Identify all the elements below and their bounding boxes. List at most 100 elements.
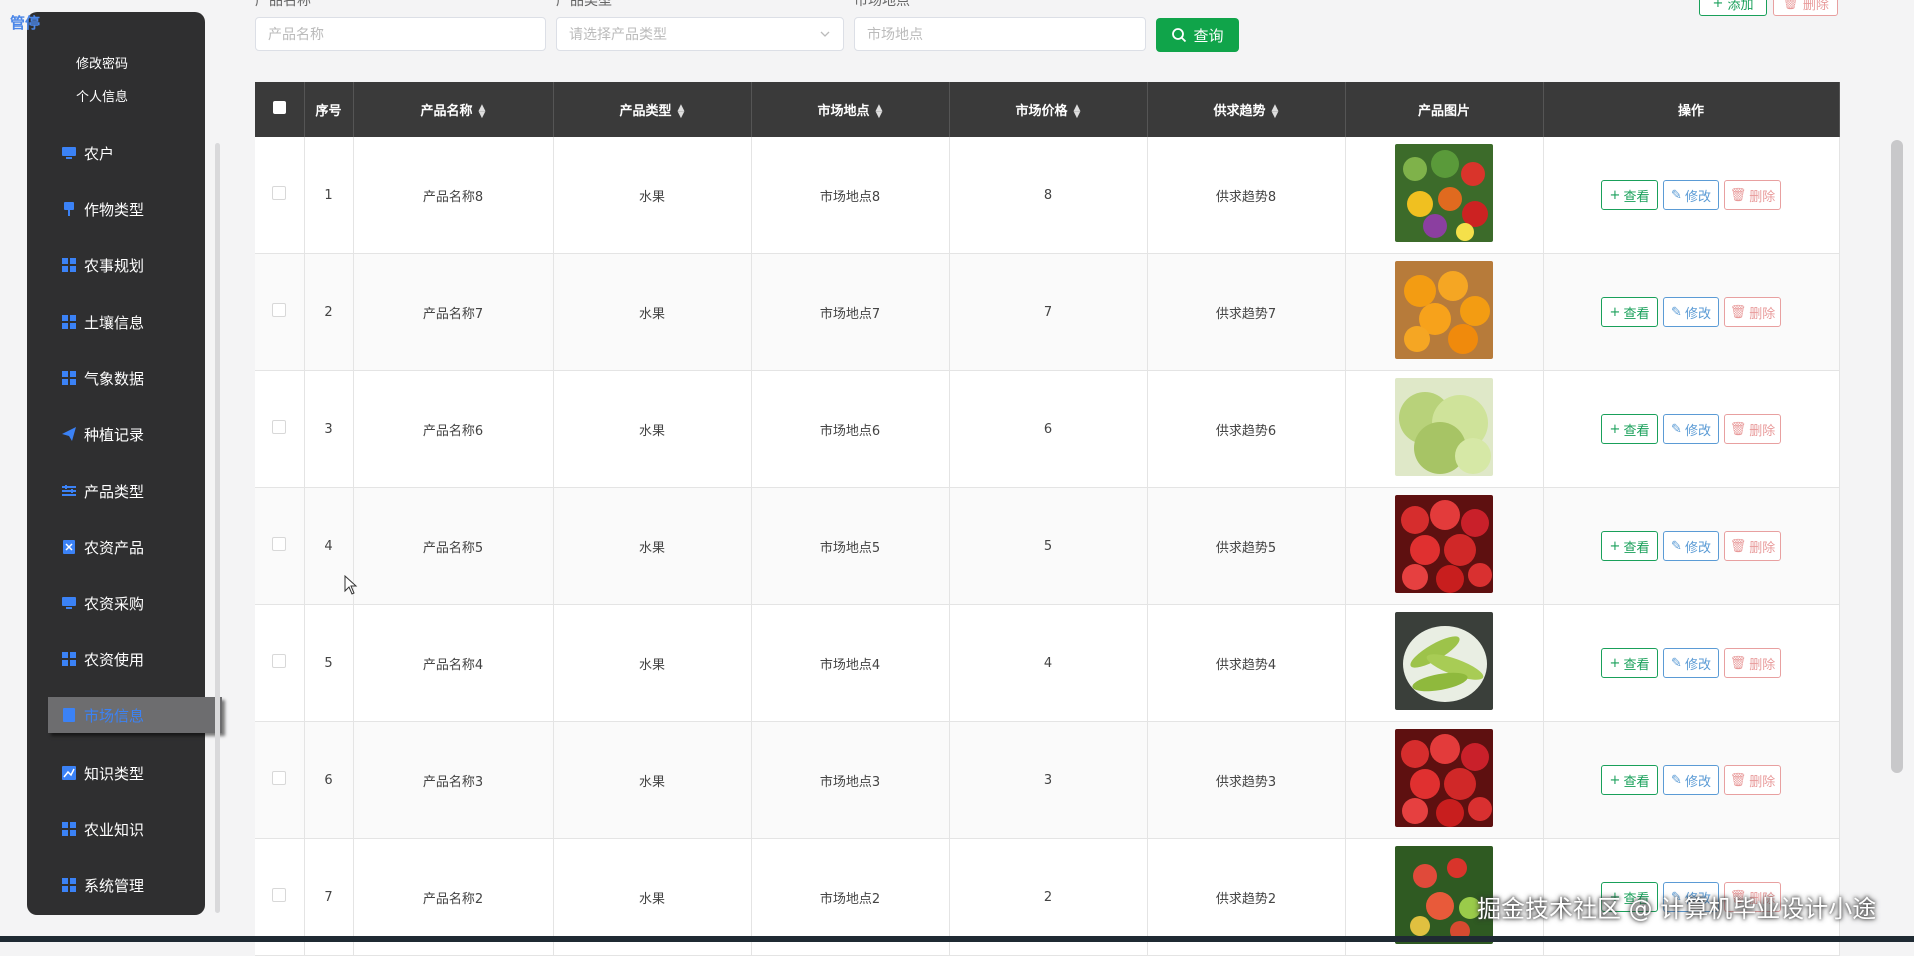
sidebar-item-12[interactable]: 农业知识	[61, 811, 205, 847]
view-button[interactable]: + 查看	[1601, 765, 1658, 795]
row-checkbox[interactable]	[272, 888, 287, 902]
delete-button[interactable]: 🗑 删除	[1724, 648, 1781, 678]
row-type: 水果	[553, 721, 752, 839]
view-label: 查看	[1623, 189, 1650, 205]
product-image[interactable]	[1347, 612, 1542, 714]
product-image[interactable]	[1347, 495, 1542, 597]
pencil-icon: ✎	[1671, 655, 1682, 671]
product-image[interactable]	[1347, 261, 1542, 363]
row-select-cell[interactable]	[255, 370, 305, 488]
sidebar-item-7[interactable]: 农资产品	[61, 529, 205, 565]
edit-button[interactable]: ✎ 修改	[1663, 531, 1719, 561]
list-icon	[61, 707, 77, 723]
sidebar-item-5[interactable]: 种植记录	[61, 416, 205, 452]
row-select-cell[interactable]	[255, 253, 305, 371]
trash-icon: 🗑	[1729, 421, 1747, 437]
select-all-checkbox[interactable]	[272, 101, 286, 114]
sort-icon[interactable]: ▲ ▼	[1272, 103, 1279, 119]
edit-label: 修改	[1684, 189, 1711, 205]
row-select-cell[interactable]	[255, 137, 305, 254]
sidebar-item-3[interactable]: 土壤信息	[61, 304, 205, 340]
delete-button[interactable]: 🗑 删除	[1724, 414, 1781, 444]
header-trend[interactable]: 供求趋势 ▲ ▼	[1147, 82, 1346, 137]
delete-button[interactable]: 🗑 删除	[1724, 297, 1781, 327]
header-location[interactable]: 市场地点 ▲ ▼	[751, 82, 950, 137]
view-button[interactable]: + 查看	[1601, 180, 1658, 210]
product-image[interactable]	[1347, 378, 1542, 480]
row-select-cell[interactable]	[255, 721, 305, 839]
row-select-cell[interactable]	[255, 604, 305, 722]
sidebar-item-10[interactable]: 市场信息	[48, 697, 222, 733]
profile-link[interactable]: 个人信息	[76, 86, 128, 105]
sidebar-item-1[interactable]: 作物类型	[61, 191, 205, 227]
bulk-delete-button[interactable]: 🗑 删除	[1773, 0, 1838, 16]
header-price[interactable]: 市场价格 ▲ ▼	[949, 82, 1148, 137]
view-button[interactable]: + 查看	[1601, 531, 1658, 561]
edit-button[interactable]: ✎ 修改	[1663, 180, 1719, 210]
row-checkbox[interactable]	[272, 420, 287, 434]
view-label: 查看	[1623, 306, 1650, 322]
sort-icon[interactable]: ▲ ▼	[479, 103, 486, 119]
sidebar-item-8[interactable]: 农资采购	[61, 585, 205, 621]
view-button[interactable]: + 查看	[1601, 414, 1658, 444]
header-type[interactable]: 产品类型 ▲ ▼	[553, 82, 752, 137]
sidebar-item-6[interactable]: 产品类型	[61, 473, 205, 509]
sidebar-item-0[interactable]: 农户	[61, 135, 205, 171]
sidebar-item-4[interactable]: 气象数据	[61, 360, 205, 396]
add-button[interactable]: + 添加	[1699, 0, 1767, 16]
delete-button[interactable]: 🗑 删除	[1724, 531, 1781, 561]
row-checkbox[interactable]	[272, 771, 287, 785]
search-button-label: 查询	[1193, 26, 1224, 45]
sidebar-item-11[interactable]: 知识类型	[61, 755, 205, 791]
row-checkbox[interactable]	[272, 654, 287, 668]
delete-button[interactable]: 🗑 删除	[1724, 765, 1781, 795]
sort-icon[interactable]: ▲ ▼	[678, 103, 685, 119]
row-name: 产品名称5	[353, 487, 554, 605]
plus-icon: +	[1609, 304, 1621, 320]
sidebar-item-13[interactable]: 系统管理	[61, 867, 205, 903]
row-checkbox[interactable]	[272, 186, 287, 200]
row-price: 5	[949, 487, 1148, 605]
search-button[interactable]: 查询	[1156, 18, 1239, 52]
row-checkbox[interactable]	[272, 303, 287, 317]
header-image: 产品图片	[1345, 82, 1544, 137]
edit-button[interactable]: ✎ 修改	[1663, 414, 1719, 444]
edit-button[interactable]: ✎ 修改	[1663, 765, 1719, 795]
table-row: 3 产品名称6 水果 市场地点6 6 供求趋势6 + 查看 ✎ 修改 🗑 删除	[255, 370, 1840, 488]
sidebar-scrollbar[interactable]	[215, 143, 220, 913]
edit-button[interactable]: ✎ 修改	[1663, 648, 1719, 678]
product-type-select[interactable]: 请选择产品类型	[556, 17, 844, 51]
delete-button[interactable]: 🗑 删除	[1724, 180, 1781, 210]
product-image[interactable]	[1347, 729, 1542, 831]
sidebar-item-label: 农资使用	[84, 650, 145, 669]
sidebar-item-label: 农业知识	[84, 820, 145, 839]
select-all-cell[interactable]	[255, 82, 305, 137]
watermark: 掘金技术社区 @ 计算机毕业设计小途	[1477, 895, 1877, 923]
row-location: 市场地点6	[751, 370, 950, 488]
row-select-cell[interactable]	[255, 487, 305, 605]
edit-label: 修改	[1684, 774, 1711, 790]
market-location-input[interactable]: 市场地点	[854, 17, 1146, 51]
product-image[interactable]	[1347, 144, 1542, 246]
header-actions: 操作	[1543, 82, 1840, 137]
pencil-icon: ✎	[1671, 772, 1682, 788]
view-button[interactable]: + 查看	[1601, 297, 1658, 327]
change-password-link[interactable]: 修改密码	[76, 53, 128, 72]
row-price: 3	[949, 721, 1148, 839]
page-scrollbar[interactable]	[1891, 140, 1903, 773]
header-no: 序号	[304, 82, 354, 137]
sort-icon[interactable]: ▲ ▼	[876, 103, 883, 119]
pin-icon	[61, 201, 77, 217]
pencil-icon: ✎	[1671, 304, 1682, 320]
market-location-label: 市场地点	[854, 0, 910, 9]
sidebar-item-9[interactable]: 农资使用	[61, 641, 205, 677]
view-button[interactable]: + 查看	[1601, 648, 1658, 678]
row-location: 市场地点5	[751, 487, 950, 605]
product-name-input[interactable]: 产品名称	[255, 17, 546, 51]
edit-button[interactable]: ✎ 修改	[1663, 297, 1719, 327]
sort-icon[interactable]: ▲ ▼	[1074, 103, 1081, 119]
header-name[interactable]: 产品名称 ▲ ▼	[353, 82, 554, 137]
row-name: 产品名称8	[353, 137, 554, 254]
sidebar-item-2[interactable]: 农事规划	[61, 247, 205, 283]
row-checkbox[interactable]	[272, 537, 287, 551]
